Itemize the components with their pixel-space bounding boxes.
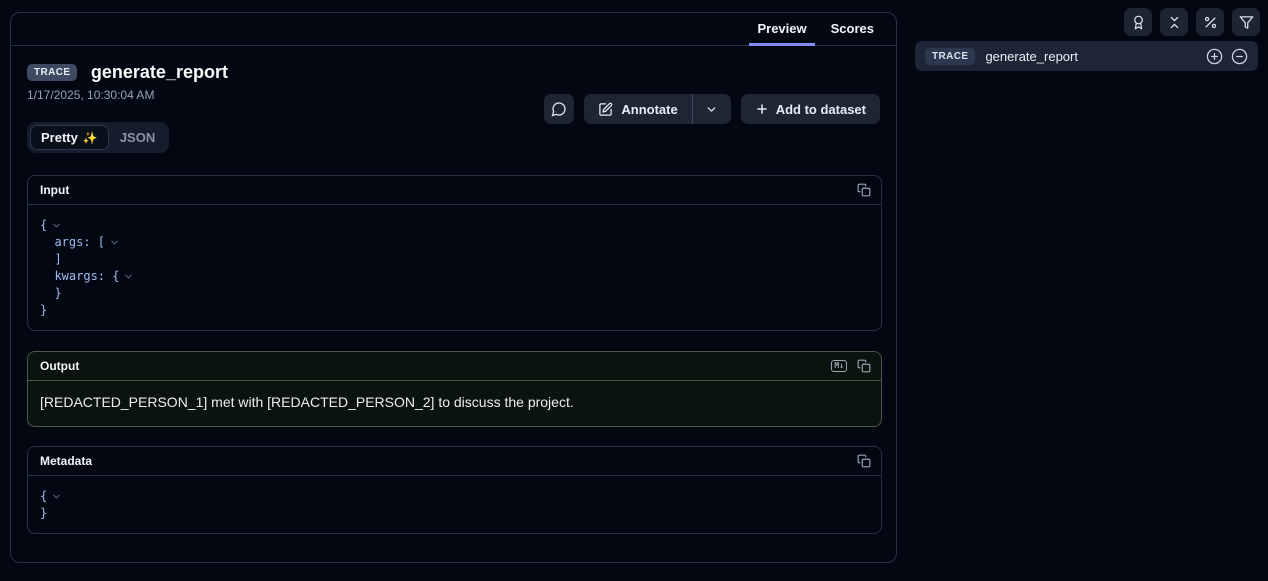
trace-title: generate_report <box>91 62 228 82</box>
annotate-dropdown-button[interactable] <box>693 94 731 124</box>
trace-type-badge: TRACE <box>27 64 77 81</box>
add-to-dataset-label: Add to dataset <box>776 102 866 117</box>
output-section: Output M↓ [REDACTED_PERSON_1] met with [… <box>27 351 882 427</box>
json-token: kwargs: { <box>40 268 119 285</box>
plus-icon <box>755 102 769 116</box>
tab-scores-label: Scores <box>831 21 874 36</box>
message-circle-icon <box>551 101 567 117</box>
annotate-split-button: Annotate <box>584 94 730 124</box>
trace-tree-row[interactable]: TRACE generate_report <box>915 41 1258 71</box>
json-line: args: [ <box>40 234 869 251</box>
sparkles-icon: ✨ <box>83 131 98 145</box>
trace-detail-card: Preview Scores TRACE generate_report 1/1… <box>10 12 897 563</box>
output-content: [REDACTED_PERSON_1] met with [REDACTED_P… <box>28 381 881 423</box>
tree-toolbar <box>1124 8 1260 36</box>
chevron-down-icon[interactable] <box>109 237 120 248</box>
annotate-button[interactable]: Annotate <box>584 94 691 124</box>
json-line: { <box>40 217 869 234</box>
copy-metadata-button[interactable] <box>857 454 871 468</box>
expand-all-button[interactable] <box>1206 48 1223 65</box>
view-pretty-toggle[interactable]: Pretty ✨ <box>30 125 109 150</box>
minus-circle-icon <box>1231 48 1248 65</box>
copy-icon <box>857 359 871 373</box>
output-section-header: Output M↓ <box>28 352 881 381</box>
trace-type-badge: TRACE <box>925 48 975 65</box>
annotations-toggle-button[interactable] <box>1124 8 1152 36</box>
copy-icon <box>857 183 871 197</box>
filter-button[interactable] <box>1232 8 1260 36</box>
json-label: JSON <box>120 130 155 145</box>
json-token: } <box>40 285 62 302</box>
json-token: { <box>40 488 47 505</box>
json-line: { <box>40 488 869 505</box>
copy-output-button[interactable] <box>857 359 871 373</box>
copy-input-button[interactable] <box>857 183 871 197</box>
percent-icon <box>1203 15 1218 30</box>
collapse-tree-button[interactable] <box>1160 8 1188 36</box>
json-line: } <box>40 505 869 522</box>
tab-preview-label: Preview <box>757 21 806 36</box>
plus-circle-icon <box>1206 48 1223 65</box>
annotate-label: Annotate <box>621 102 677 117</box>
collapse-vertical-icon <box>1167 15 1182 30</box>
copy-icon <box>857 454 871 468</box>
input-json-view: { args: [ ] kwargs: { }} <box>28 205 881 331</box>
json-line: ] <box>40 251 869 268</box>
input-section-header: Input <box>28 176 881 205</box>
json-token: { <box>40 217 47 234</box>
json-token: } <box>40 302 47 319</box>
output-section-title: Output <box>40 359 79 373</box>
json-line: kwargs: { <box>40 268 869 285</box>
json-token: } <box>40 505 47 522</box>
view-mode-toggle: Pretty ✨ JSON <box>27 122 169 153</box>
tab-scores[interactable]: Scores <box>823 13 882 46</box>
markdown-toggle-button[interactable]: M↓ <box>831 360 847 372</box>
tab-preview[interactable]: Preview <box>749 13 814 46</box>
chevron-down-icon[interactable] <box>51 491 62 502</box>
chevron-down-icon <box>705 103 718 116</box>
trace-actions: Annotate Add to dataset <box>544 94 880 124</box>
square-pen-icon <box>598 102 613 117</box>
json-token: ] <box>40 251 62 268</box>
filter-icon <box>1239 15 1254 30</box>
metadata-section: Metadata {} <box>27 446 882 534</box>
tab-bar: Preview Scores <box>11 13 896 46</box>
comment-button[interactable] <box>544 94 574 124</box>
json-line: } <box>40 285 869 302</box>
json-line: } <box>40 302 869 319</box>
chevron-down-icon[interactable] <box>51 220 62 231</box>
view-json-toggle[interactable]: JSON <box>109 125 166 150</box>
markdown-icon: M↓ <box>831 360 847 372</box>
metadata-section-title: Metadata <box>40 454 92 468</box>
metadata-section-header: Metadata <box>28 447 881 476</box>
collapse-all-button[interactable] <box>1231 48 1248 65</box>
metadata-json-view: {} <box>28 476 881 534</box>
input-section-title: Input <box>40 183 69 197</box>
metrics-toggle-button[interactable] <box>1196 8 1224 36</box>
pretty-label: Pretty <box>41 130 78 145</box>
input-section: Input { args: [ ] kwargs: { }} <box>27 175 882 331</box>
trace-header: TRACE generate_report 1/17/2025, 10:30:0… <box>11 46 896 102</box>
add-to-dataset-button[interactable]: Add to dataset <box>741 94 880 124</box>
award-icon <box>1131 15 1146 30</box>
tree-trace-title: generate_report <box>985 49 1206 64</box>
chevron-down-icon[interactable] <box>123 271 134 282</box>
json-token: args: [ <box>40 234 105 251</box>
